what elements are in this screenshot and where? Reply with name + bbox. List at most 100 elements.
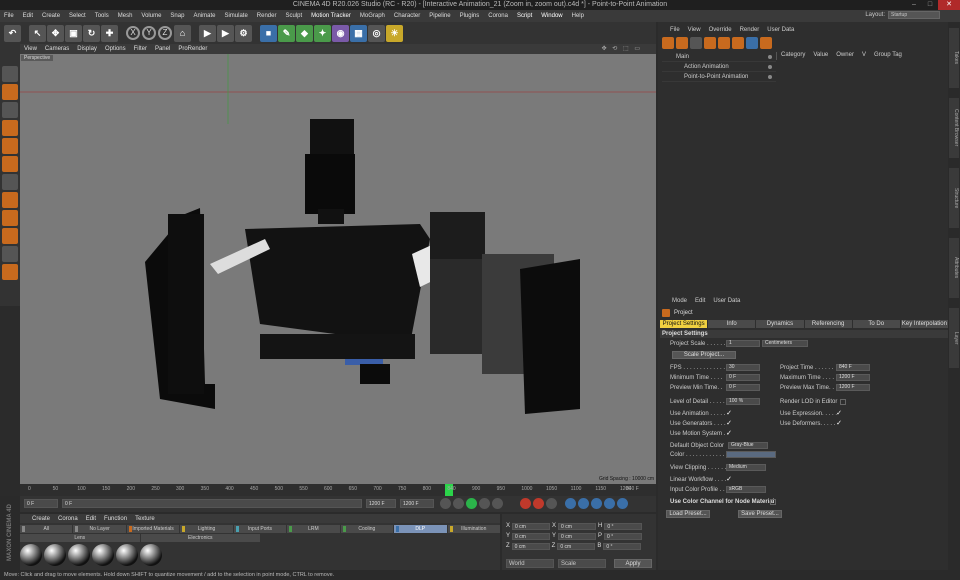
material-layer-tab[interactable]: Input Ports (233, 525, 287, 533)
attribute-tab[interactable]: To Do (852, 320, 900, 328)
rotate-icon[interactable]: ↻ (83, 24, 100, 42)
column-header[interactable]: Owner (836, 52, 854, 60)
use-motion-checkbox[interactable]: ✓ (726, 430, 732, 437)
takes-icon[interactable] (760, 37, 772, 49)
menu-item[interactable]: Render (257, 13, 277, 19)
attribute-menu-item[interactable]: User Data (713, 298, 740, 304)
material-layer-tab[interactable]: Lens (20, 534, 140, 542)
material-layer-tab[interactable]: Electronics (140, 534, 260, 542)
size-field[interactable]: 0 cm (558, 522, 597, 530)
menu-item[interactable]: Pipeline (429, 13, 450, 19)
filter-icon[interactable] (662, 37, 674, 49)
use-expression-checkbox[interactable]: ✓ (836, 410, 842, 417)
material-layer-tab[interactable]: Imported Materials (126, 525, 180, 533)
right-strip-tab[interactable]: Content Browser (949, 98, 959, 158)
rotation-key-icon[interactable] (591, 498, 602, 509)
preview-min-field[interactable]: 0 F (726, 384, 760, 391)
render-picture-viewer-icon[interactable]: ▶ (217, 24, 234, 42)
play-icon[interactable] (466, 498, 477, 509)
close-button[interactable]: ✕ (938, 0, 960, 10)
pla-key-icon[interactable] (617, 498, 628, 509)
menu-item[interactable]: Corona (488, 13, 508, 19)
object-menu-item[interactable]: Render (740, 27, 760, 33)
menu-item[interactable]: MoGraph (360, 13, 385, 19)
floor-icon[interactable]: ▦ (350, 24, 367, 42)
material-thumbnail[interactable] (44, 544, 66, 566)
material-menu-item[interactable]: Create (32, 516, 50, 522)
x-axis-lock-icon[interactable]: X (126, 26, 140, 40)
material-layer-tab[interactable]: LRM (287, 525, 340, 533)
menu-item[interactable]: Character (394, 13, 420, 19)
menu-item[interactable]: Volume (141, 13, 161, 19)
polygons-mode-icon[interactable] (2, 156, 18, 172)
right-strip-tab[interactable]: Layer (949, 308, 959, 368)
scale-key-icon[interactable] (578, 498, 589, 509)
pen-icon[interactable]: ✎ (278, 24, 295, 42)
undo-icon[interactable]: ↶ (4, 24, 21, 42)
material-layer-tab[interactable]: Lighting (180, 525, 233, 533)
material-layer-tab[interactable]: DLP (394, 525, 447, 533)
render-view-icon[interactable]: ▶ (199, 24, 216, 42)
right-strip-tab[interactable]: Takes (949, 28, 959, 88)
y-axis-lock-icon[interactable]: Y (142, 26, 156, 40)
menu-item[interactable]: Create (42, 13, 60, 19)
position-field[interactable]: 0 cm (512, 522, 551, 530)
deformer-icon[interactable]: ◉ (332, 24, 349, 42)
use-deformers-checkbox[interactable]: ✓ (836, 420, 842, 427)
max-time-field[interactable]: 1200 F (836, 374, 870, 381)
size-field[interactable]: 0 cm (557, 542, 596, 550)
material-layer-tab[interactable]: Illumination (447, 525, 500, 533)
live-selection-icon[interactable]: ↖ (29, 24, 46, 42)
record-keys-icon[interactable] (520, 498, 531, 509)
menu-item[interactable]: Window (541, 13, 562, 19)
menu-item[interactable]: Script (517, 13, 532, 19)
object-tree-item[interactable]: Main (662, 52, 776, 62)
start-frame-field[interactable]: 0 F (24, 499, 58, 508)
menu-item[interactable]: Snap (170, 13, 184, 19)
maximize-button[interactable]: □ (922, 0, 938, 10)
move-icon[interactable]: ✥ (47, 24, 64, 42)
viewport-menu-item[interactable]: Panel (155, 46, 170, 52)
axis-mode-icon[interactable] (2, 174, 18, 190)
attribute-tab[interactable]: Referencing (804, 320, 852, 328)
column-header[interactable]: V (862, 52, 866, 60)
position-field[interactable]: 0 cm (512, 532, 551, 540)
layer-icon[interactable] (676, 37, 688, 49)
bookmark-icon[interactable] (704, 37, 716, 49)
attribute-menu-item[interactable]: Edit (695, 298, 705, 304)
keyframe-selection-icon[interactable] (546, 498, 557, 509)
position-key-icon[interactable] (565, 498, 576, 509)
solo-mode-icon[interactable] (2, 210, 18, 226)
material-thumbnail[interactable] (20, 544, 42, 566)
column-header[interactable]: Value (813, 52, 828, 60)
menu-item[interactable]: Edit (23, 13, 33, 19)
end-frame-field[interactable]: 1200 F (366, 499, 396, 508)
z-axis-lock-icon[interactable]: Z (158, 26, 172, 40)
attribute-tab[interactable]: Dynamics (756, 320, 804, 328)
rotation-field[interactable]: 0 ° (603, 542, 642, 550)
light-icon[interactable]: ☀ (386, 24, 403, 42)
transform-icon[interactable]: ✚ (101, 24, 118, 42)
minimize-button[interactable]: – (906, 0, 922, 10)
color-swatch[interactable] (726, 451, 776, 458)
xpresso-icon[interactable] (732, 37, 744, 49)
points-mode-icon[interactable] (2, 120, 18, 136)
min-time-field[interactable]: 0 F (726, 374, 760, 381)
default-color-dropdown[interactable]: Gray-Blue (728, 442, 768, 449)
use-animation-checkbox[interactable]: ✓ (726, 410, 732, 417)
material-thumbnail[interactable] (116, 544, 138, 566)
project-time-field[interactable]: 840 F (836, 364, 870, 371)
scale-icon[interactable]: ▣ (65, 24, 82, 42)
size-mode-dropdown[interactable]: Scale (558, 559, 606, 568)
apply-button[interactable]: Apply (614, 559, 652, 568)
prev-key-icon[interactable] (453, 498, 464, 509)
column-header[interactable]: Category (781, 52, 805, 60)
max-frame-field[interactable]: 1200 F (400, 499, 434, 508)
object-tree-item[interactable]: Action Animation (662, 62, 776, 72)
preview-max-field[interactable]: 1200 F (836, 384, 870, 391)
visibility-dot-icon[interactable] (768, 75, 772, 79)
viewport-menu-item[interactable]: Options (105, 46, 126, 52)
material-menu-item[interactable]: Function (104, 516, 127, 522)
render-lod-checkbox[interactable] (840, 399, 846, 405)
material-layer-tab[interactable]: No Layer (73, 525, 126, 533)
